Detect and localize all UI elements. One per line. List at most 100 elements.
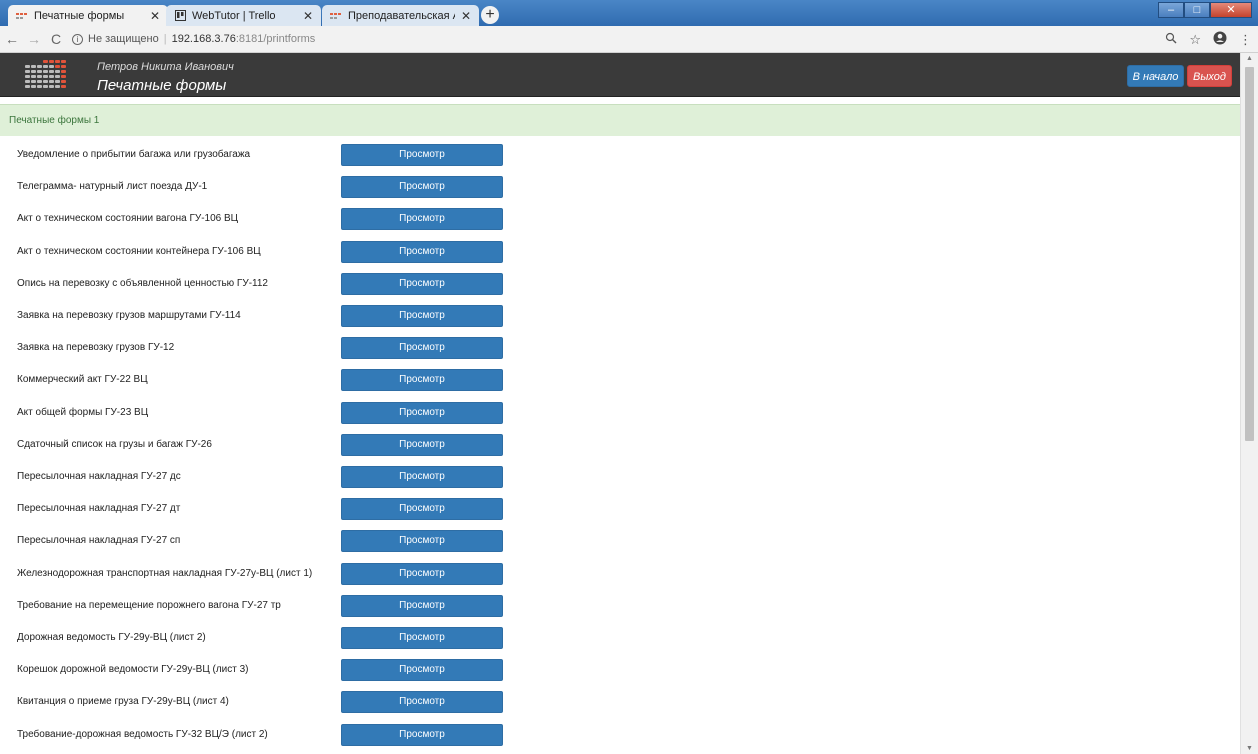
close-icon[interactable]: ✕ xyxy=(461,9,471,23)
form-label: Пересылочная накладная ГУ-27 сп xyxy=(17,535,181,546)
form-row: Телеграмма- натурный лист поезда ДУ-1 Про… xyxy=(0,176,1240,198)
view-button[interactable]: Просмотр xyxy=(341,402,503,424)
security-label: Не защищено xyxy=(88,33,159,45)
address-bar-actions: ☆ ⋮ xyxy=(1153,26,1252,53)
form-row: Пересылочная накладная ГУ-27 сп Просмотр xyxy=(0,530,1240,552)
form-row: Квитанция о приеме груза ГУ-29у-ВЦ (лист… xyxy=(0,691,1240,713)
form-label: Требование на перемещение порожнего ваго… xyxy=(17,600,281,611)
user-name: Петров Никита Иванович xyxy=(97,61,234,73)
view-button[interactable]: Просмотр xyxy=(341,305,503,327)
account-icon[interactable] xyxy=(1213,31,1227,48)
logo xyxy=(21,58,71,92)
browser-tabstrip: Печатные формы ✕ WebTutor | Trello ✕ Пре… xyxy=(0,0,1258,26)
trello-icon xyxy=(174,10,186,22)
view-button[interactable]: Просмотр xyxy=(341,724,503,746)
section-header: Печатные формы 1 xyxy=(0,104,1240,136)
tab-title: Преподавательская АОСППД xyxy=(348,9,455,22)
form-label: Акт о техническом состоянии контейнера Г… xyxy=(17,246,261,257)
view-button[interactable]: Просмотр xyxy=(341,563,503,585)
form-label: Акт общей формы ГУ-23 ВЦ xyxy=(17,407,149,418)
form-row: Пересылочная накладная ГУ-27 дт Просмотр xyxy=(0,498,1240,520)
reload-icon[interactable]: C xyxy=(46,31,66,47)
exit-button[interactable]: Выход xyxy=(1187,65,1232,87)
view-button[interactable]: Просмотр xyxy=(341,691,503,713)
scrollbar[interactable]: ▲ ▼ xyxy=(1240,53,1258,754)
view-button[interactable]: Просмотр xyxy=(341,434,503,456)
back-icon[interactable]: ← xyxy=(2,31,22,47)
form-row: Требование на перемещение порожнего ваго… xyxy=(0,595,1240,617)
view-button[interactable]: Просмотр xyxy=(341,627,503,649)
forward-icon[interactable]: → xyxy=(24,31,44,47)
form-row: Сдаточный список на грузы и багаж ГУ-26 П… xyxy=(0,434,1240,456)
home-button[interactable]: В начало xyxy=(1127,65,1184,87)
close-icon[interactable]: ✕ xyxy=(303,9,313,23)
tab-title: Печатные формы xyxy=(34,9,125,22)
scrollbar-thumb[interactable] xyxy=(1245,67,1254,441)
view-button[interactable]: Просмотр xyxy=(341,530,503,552)
window-controls: – □ ✕ xyxy=(1158,2,1252,18)
url-separator: | xyxy=(163,33,167,45)
form-label: Железнодорожная транспортная накладная Г… xyxy=(17,568,313,579)
form-row: Опись на перевозку с объявленной ценност… xyxy=(0,273,1240,295)
view-button[interactable]: Просмотр xyxy=(341,498,503,520)
app-favicon-icon xyxy=(16,10,28,22)
url-host: 192.168.3.76 xyxy=(171,33,236,45)
page-title: Печатные формы xyxy=(97,77,227,94)
view-button[interactable]: Просмотр xyxy=(341,176,503,198)
form-label: Пересылочная накладная ГУ-27 дс xyxy=(17,471,181,482)
scroll-up-icon[interactable]: ▲ xyxy=(1241,55,1258,62)
form-label: Требование-дорожная ведомость ГУ-32 ВЦ/Э… xyxy=(17,729,268,740)
form-row: Заявка на перевозку грузов маршрутами ГУ… xyxy=(0,305,1240,327)
form-row: Железнодорожная транспортная накладная Г… xyxy=(0,563,1240,585)
view-button[interactable]: Просмотр xyxy=(341,337,503,359)
tab-title: WebTutor | Trello xyxy=(192,9,276,22)
url-path: :8181/printforms xyxy=(235,33,316,45)
app-header: Петров Никита Иванович Печатные формы В … xyxy=(0,53,1240,97)
new-tab-button[interactable]: + xyxy=(481,6,499,24)
form-label: Корешок дорожной ведомости ГУ-29у-ВЦ (ли… xyxy=(17,664,249,675)
browser-tab-trello[interactable]: WebTutor | Trello ✕ xyxy=(166,5,321,26)
form-row: Акт общей формы ГУ-23 ВЦ Просмотр xyxy=(0,402,1240,424)
view-button[interactable]: Просмотр xyxy=(341,369,503,391)
close-window-icon[interactable]: ✕ xyxy=(1210,2,1252,18)
view-button[interactable]: Просмотр xyxy=(341,659,503,681)
form-row: Уведомление о прибытии багажа или грузоб… xyxy=(0,144,1240,166)
scroll-down-icon[interactable]: ▼ xyxy=(1241,745,1258,752)
form-label: Заявка на перевозку грузов ГУ-12 xyxy=(17,342,175,353)
form-label: Опись на перевозку с объявленной ценност… xyxy=(17,278,268,289)
view-button[interactable]: Просмотр xyxy=(341,595,503,617)
form-row: Заявка на перевозку грузов ГУ-12 Просмотр xyxy=(0,337,1240,359)
url-field[interactable]: i Не защищено | 192.168.3.76:8181/printf… xyxy=(72,33,315,45)
form-row: Дорожная ведомость ГУ-29у-ВЦ (лист 2) Про… xyxy=(0,627,1240,649)
info-icon[interactable]: i xyxy=(72,33,83,45)
menu-dots-icon[interactable]: ⋮ xyxy=(1239,32,1252,48)
form-row: Акт о техническом состоянии вагона ГУ-10… xyxy=(0,208,1240,230)
view-button[interactable]: Просмотр xyxy=(341,466,503,488)
form-label: Квитанция о приеме груза ГУ-29у-ВЦ (лист… xyxy=(17,696,229,707)
zoom-icon[interactable] xyxy=(1165,32,1177,47)
maximize-icon[interactable]: □ xyxy=(1184,2,1210,18)
browser-tab-printforms[interactable]: Печатные формы ✕ xyxy=(8,5,168,26)
form-row: Требование-дорожная ведомость ГУ-32 ВЦ/Э… xyxy=(0,724,1240,746)
form-row: Пересылочная накладная ГУ-27 дс Просмотр xyxy=(0,466,1240,488)
view-button[interactable]: Просмотр xyxy=(341,273,503,295)
bookmark-star-icon[interactable]: ☆ xyxy=(1189,32,1201,48)
view-button[interactable]: Просмотр xyxy=(341,144,503,166)
form-label: Пересылочная накладная ГУ-27 дт xyxy=(17,503,181,514)
address-bar: ← → C i Не защищено | 192.168.3.76:8181/… xyxy=(0,26,1258,53)
form-row: Акт о техническом состоянии контейнера Г… xyxy=(0,241,1240,263)
view-button[interactable]: Просмотр xyxy=(341,208,503,230)
form-row: Корешок дорожной ведомости ГУ-29у-ВЦ (ли… xyxy=(0,659,1240,681)
minimize-icon[interactable]: – xyxy=(1158,2,1184,18)
form-label: Заявка на перевозку грузов маршрутами ГУ… xyxy=(17,310,241,321)
close-icon[interactable]: ✕ xyxy=(150,9,160,23)
browser-tab-aosppd[interactable]: Преподавательская АОСППД ✕ xyxy=(322,5,479,26)
form-label: Уведомление о прибытии багажа или грузоб… xyxy=(17,149,251,160)
view-button[interactable]: Просмотр xyxy=(341,241,503,263)
form-label: Сдаточный список на грузы и багаж ГУ-26 xyxy=(17,439,212,450)
app-favicon-icon xyxy=(330,10,342,22)
form-label: Телеграмма- натурный лист поезда ДУ-1 xyxy=(17,181,208,192)
form-row: Коммерческий акт ГУ-22 ВЦ Просмотр xyxy=(0,369,1240,391)
form-label: Акт о техническом состоянии вагона ГУ-10… xyxy=(17,213,239,224)
form-label: Коммерческий акт ГУ-22 ВЦ xyxy=(17,374,148,385)
